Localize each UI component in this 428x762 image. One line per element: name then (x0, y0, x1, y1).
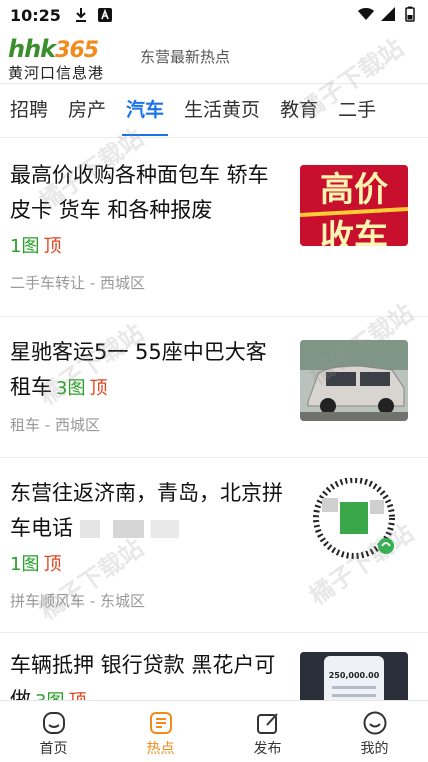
nav-mine[interactable]: 我的 (321, 701, 428, 762)
image-count: 1图 (10, 554, 40, 575)
nav-label: 热点 (146, 740, 175, 757)
tab-second-hand[interactable]: 二手 (328, 84, 386, 137)
image-count: 1图 (10, 236, 40, 257)
app-header: hhk365 黄河口信息港 东营最新热点 (0, 30, 428, 84)
list-item[interactable]: 车辆抵押 银行贷款 黑花户可做3图顶 250,000.00 (0, 633, 428, 700)
svg-text:高价: 高价 (320, 170, 388, 210)
tab-cars[interactable]: 汽车 (116, 84, 174, 137)
item-meta: 租车 - 西城区 (10, 416, 100, 434)
image-count: 3图 (35, 691, 64, 700)
item-meta: 拼车顺风车 - 东城区 (10, 592, 145, 610)
logo-subtitle: 黄河口信息港 (8, 63, 105, 82)
svg-text:收车: 收车 (320, 218, 388, 246)
edit-icon (256, 712, 278, 734)
header-subtitle: 东营最新热点 (140, 48, 231, 66)
top-badge: 顶 (43, 554, 62, 575)
item-thumbnail[interactable]: 高价 收车 (300, 165, 408, 246)
svg-text:250,000.00: 250,000.00 (329, 671, 380, 680)
top-badge: 顶 (43, 236, 62, 257)
item-meta: 二手车转让 - 西城区 (10, 274, 145, 292)
item-title: 星驰客运5一 55座中巴大客租车 3图顶 (10, 340, 267, 399)
redacted-phone (79, 520, 190, 538)
logo-mark: hhk365 (8, 34, 99, 63)
hot-list-icon (149, 711, 172, 734)
download-icon (75, 8, 86, 22)
qr-code-thumbnail[interactable] (300, 478, 408, 559)
image-count: 3图 (56, 378, 86, 399)
item-thumbnail[interactable]: 250,000.00 (300, 652, 408, 700)
category-tabs: 招聘 房产 汽车 生活黄页 教育 二手 (0, 84, 428, 138)
feed-list: 最高价收购各种面包车 轿车 皮卡 货车 和各种报废 1图顶 二手车转让 - 西城… (0, 138, 428, 700)
status-bar: 10:25 (0, 0, 428, 30)
item-thumbnail[interactable] (300, 340, 408, 421)
list-item[interactable]: 最高价收购各种面包车 轿车 皮卡 货车 和各种报废 1图顶 二手车转让 - 西城… (0, 138, 428, 317)
nav-label: 首页 (39, 740, 68, 757)
status-time: 10:25 (10, 5, 61, 25)
item-title: 最高价收购各种面包车 轿车 皮卡 货车 和各种报废 1图顶 (10, 163, 269, 257)
nav-hot[interactable]: 热点 (107, 701, 214, 762)
nav-home[interactable]: 首页 (0, 701, 107, 762)
home-face-icon (42, 711, 65, 734)
bottom-nav: 首页 热点 发布 我的 (0, 700, 428, 762)
wifi-icon (358, 8, 374, 20)
tab-recruitment[interactable]: 招聘 (0, 84, 58, 137)
top-badge: 顶 (68, 691, 86, 700)
app-logo[interactable]: hhk365 黄河口信息港 (8, 34, 126, 82)
item-title: 东营往返济南，青岛，北京拼车电话 1图顶 (10, 481, 283, 575)
list-item[interactable]: 东营往返济南，青岛，北京拼车电话 1图顶 拼车顺风车 - 东城区 (0, 458, 428, 633)
top-badge: 顶 (89, 378, 108, 399)
signal-icon (381, 7, 395, 21)
profile-face-icon (363, 711, 386, 734)
nav-publish[interactable]: 发布 (214, 701, 321, 762)
tab-real-estate[interactable]: 房产 (58, 84, 116, 137)
list-item[interactable]: 星驰客运5一 55座中巴大客租车 3图顶 租车 - 西城区 (0, 317, 428, 458)
battery-icon (405, 6, 415, 22)
nav-label: 发布 (253, 740, 282, 757)
nav-label: 我的 (360, 740, 389, 757)
tab-life-yellow-pages[interactable]: 生活黄页 (174, 84, 270, 137)
item-title: 车辆抵押 银行贷款 黑花户可做3图顶 (10, 648, 286, 700)
tab-education[interactable]: 教育 (270, 84, 328, 137)
a-icon (97, 8, 112, 22)
